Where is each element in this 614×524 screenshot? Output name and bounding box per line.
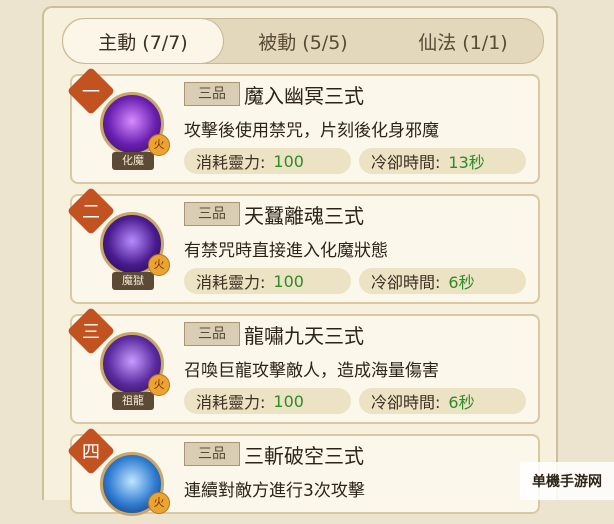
fire-element-icon: 火: [148, 254, 170, 276]
grade-label: 三品: [184, 202, 240, 226]
skill-card-1[interactable]: 一 化魔 火 三品 魔入幽冥三式 攻擊後使用禁咒，片刻後化身邪魔 消耗靈力: 10…: [66, 66, 540, 184]
skill-card-2[interactable]: 二 魔獄 火 三品 天蠶離魂三式 有禁咒時直接進入化魔狀態 消耗靈力: 100 冷…: [66, 186, 540, 304]
fire-element-icon: 火: [148, 492, 170, 514]
skill-stats: 消耗靈力: 100 冷卻時間: 6秒: [184, 388, 534, 414]
portrait-name: 魔獄: [112, 272, 154, 290]
skill-description: 有禁咒時直接進入化魔狀態: [184, 241, 388, 261]
fire-element-icon: 火: [148, 374, 170, 396]
skill-stats: 消耗靈力: 100 冷卻時間: 13秒: [184, 148, 534, 174]
skill-list: 一 化魔 火 三品 魔入幽冥三式 攻擊後使用禁咒，片刻後化身邪魔 消耗靈力: 10…: [66, 66, 540, 524]
tab-passive-skills[interactable]: 被動 (5/5): [223, 19, 383, 63]
grade-label: 三品: [184, 82, 240, 106]
tab-active-skills[interactable]: 主動 (7/7): [63, 19, 223, 63]
portrait-name: 化魔: [112, 152, 154, 170]
skill-tabs: 主動 (7/7) 被動 (5/5) 仙法 (1/1): [62, 18, 544, 64]
cooldown-pill: 冷卻時間: 13秒: [359, 148, 526, 174]
skill-card-3[interactable]: 三 祖龍 火 三品 龍嘯九天三式 召喚巨龍攻擊敵人，造成海量傷害 消耗靈力: 10…: [66, 306, 540, 424]
fire-element-icon: 火: [148, 134, 170, 156]
grade-label: 三品: [184, 322, 240, 346]
tab-immortal-skills[interactable]: 仙法 (1/1): [383, 19, 543, 63]
cooldown-pill: 冷卻時間: 6秒: [359, 268, 526, 294]
grade-label: 三品: [184, 442, 240, 466]
cost-pill: 消耗靈力: 100: [184, 268, 351, 294]
skill-description: 攻擊後使用禁咒，片刻後化身邪魔: [184, 121, 439, 141]
cost-pill: 消耗靈力: 100: [184, 148, 351, 174]
skill-name: 魔入幽冥三式: [244, 84, 364, 108]
cooldown-pill: 冷卻時間: 6秒: [359, 388, 526, 414]
cost-pill: 消耗靈力: 100: [184, 388, 351, 414]
skill-card-4[interactable]: 四 火 三品 三斬破空三式 連續對敵方進行3次攻擊: [66, 426, 540, 516]
skill-name: 天蠶離魂三式: [244, 204, 364, 228]
portrait-name: 祖龍: [112, 392, 154, 410]
skill-description: 召喚巨龍攻擊敵人，造成海量傷害: [184, 361, 439, 381]
skill-name: 龍嘯九天三式: [244, 324, 364, 348]
site-watermark: 单機手游网: [520, 462, 614, 500]
skill-stats: 消耗靈力: 100 冷卻時間: 6秒: [184, 268, 534, 294]
skill-description: 連續對敵方進行3次攻擊: [184, 481, 365, 501]
skill-name: 三斬破空三式: [244, 444, 364, 468]
